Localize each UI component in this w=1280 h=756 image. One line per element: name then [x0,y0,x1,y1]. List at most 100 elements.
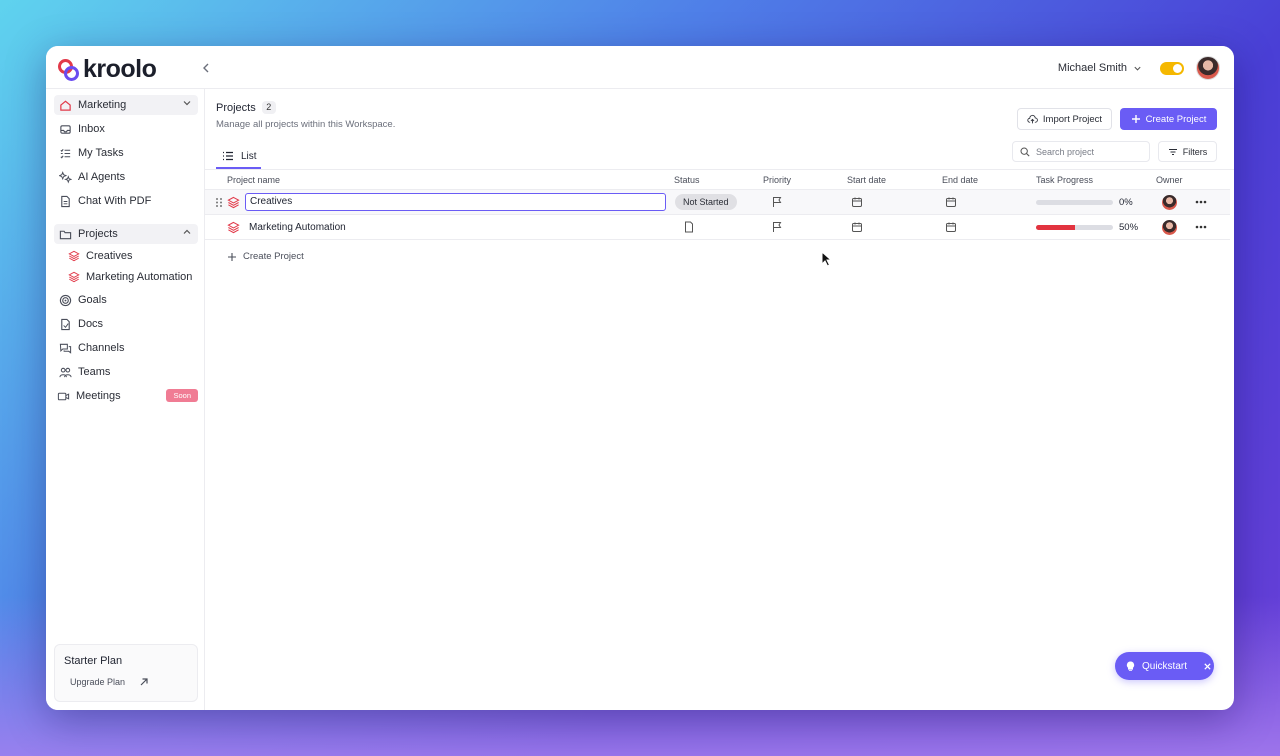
doc-icon [59,318,72,331]
owner-avatar[interactable] [1162,195,1177,210]
plan-title: Starter Plan [64,655,123,667]
col-priority[interactable]: Priority [763,175,791,185]
calendar-icon[interactable] [851,196,863,208]
sidebar-item-label: Chat With PDF [78,195,152,207]
projects-table: Project name Status Priority Start date … [205,170,1230,240]
layers-icon [227,196,240,209]
table-header: Project name Status Priority Start date … [205,170,1230,190]
sidebar-item-label: Channels [78,342,125,354]
col-project-name[interactable]: Project name [227,175,280,185]
owner-avatar[interactable] [1162,220,1177,235]
more-options-icon[interactable] [1194,195,1208,209]
chevron-up-icon [182,227,192,237]
filter-icon [1168,148,1177,155]
avatar[interactable] [1196,56,1220,80]
sidebar-item-meetings[interactable]: Meetings Soon [52,386,198,406]
tasks-icon [59,147,72,160]
target-icon [59,294,72,307]
layers-icon [68,250,80,262]
home-icon [59,99,72,112]
col-start-date[interactable]: Start date [847,175,886,185]
sidebar-item-label: AI Agents [78,171,126,183]
mouse-cursor-icon [821,251,833,267]
progress-percent: 50% [1119,222,1139,233]
sidebar: Marketing Inbox My Tasks AI Agents Chat … [46,89,205,710]
sidebar-project-marketing-automation[interactable]: Marketing Automation [68,268,192,286]
sidebar-item-projects[interactable]: Projects [54,224,198,244]
page-title: Projects 2 [216,101,276,114]
status-badge[interactable]: Not Started [675,194,737,210]
import-project-label: Import Project [1042,113,1103,125]
sidebar-project-creatives[interactable]: Creatives [68,247,132,265]
col-owner[interactable]: Owner [1156,175,1183,185]
sidebar-item-teams[interactable]: Teams [54,362,198,382]
sidebar-item-label: My Tasks [78,147,124,159]
lightbulb-icon [1126,661,1135,671]
theme-toggle[interactable] [1160,62,1184,75]
col-end-date[interactable]: End date [942,175,978,185]
drag-handle-icon[interactable] [215,197,223,208]
sidebar-item-label: Teams [78,366,111,378]
sidebar-item-goals[interactable]: Goals [54,290,198,310]
tab-list-label: List [241,150,257,162]
page-subtitle: Manage all projects within this Workspac… [216,119,396,130]
progress-percent: 0% [1119,197,1133,208]
plan-card: Starter Plan Upgrade Plan [54,644,198,702]
flag-icon[interactable] [771,196,783,208]
sidebar-item-label: Creatives [86,250,133,262]
cloud-upload-icon [1027,114,1038,123]
chevron-down-icon [1134,66,1141,71]
top-bar: kroolo Michael Smith [46,46,1234,89]
import-project-button[interactable]: Import Project [1017,108,1112,130]
search-input[interactable]: Search project [1012,141,1150,162]
sparkle-icon [59,170,72,184]
user-menu[interactable]: Michael Smith [1058,62,1142,74]
project-name[interactable]: Marketing Automation [249,222,346,233]
progress-bar [1036,225,1113,230]
sidebar-item-my-tasks[interactable]: My Tasks [54,143,198,163]
arrow-up-right-icon [140,678,148,686]
sidebar-item-inbox[interactable]: Inbox [54,119,198,139]
progress-bar [1036,200,1113,205]
tab-list[interactable]: List [216,145,261,169]
project-name-input[interactable]: Creatives [245,193,666,211]
table-row[interactable]: Marketing Automation 50% [205,215,1230,240]
list-icon [223,151,233,161]
sidebar-item-label: Meetings [76,390,121,402]
create-project-button[interactable]: Create Project [1120,108,1217,130]
sidebar-item-channels[interactable]: Channels [54,338,198,358]
sidebar-item-ai-agents[interactable]: AI Agents [54,167,198,187]
upgrade-plan-label: Upgrade Plan [70,677,126,687]
flag-icon[interactable] [771,221,783,233]
status-empty-icon[interactable] [683,221,695,233]
logo[interactable]: kroolo [58,55,157,84]
video-icon [57,390,70,403]
chevron-down-icon [182,98,192,108]
workspace-selector[interactable]: Marketing [54,95,198,115]
calendar-icon[interactable] [945,221,957,233]
col-status[interactable]: Status [674,175,700,185]
calendar-icon[interactable] [851,221,863,233]
folder-icon [59,228,72,241]
filters-button[interactable]: Filters [1158,141,1217,162]
quickstart-button[interactable]: Quickstart [1115,652,1214,680]
table-row[interactable]: Creatives Not Started 0% [205,190,1230,215]
close-icon[interactable] [1203,662,1212,671]
sidebar-item-label: Goals [78,294,107,306]
create-project-row-label: Create Project [243,251,304,262]
layers-icon [227,221,240,234]
create-project-row[interactable]: Create Project [227,251,304,262]
search-placeholder: Search project [1036,146,1095,157]
upgrade-plan-link[interactable]: Upgrade Plan [70,677,149,687]
sidebar-item-chat-with-pdf[interactable]: Chat With PDF [54,191,198,211]
sidebar-item-docs[interactable]: Docs [54,314,198,334]
collapse-sidebar-icon[interactable] [198,60,214,76]
search-icon [1020,147,1030,157]
chat-icon [59,342,72,355]
sidebar-item-label: Projects [78,228,118,240]
col-task-progress[interactable]: Task Progress [1036,175,1093,185]
user-name: Michael Smith [1057,62,1127,74]
calendar-icon[interactable] [945,196,957,208]
pdf-icon [59,195,72,208]
more-options-icon[interactable] [1194,220,1208,234]
